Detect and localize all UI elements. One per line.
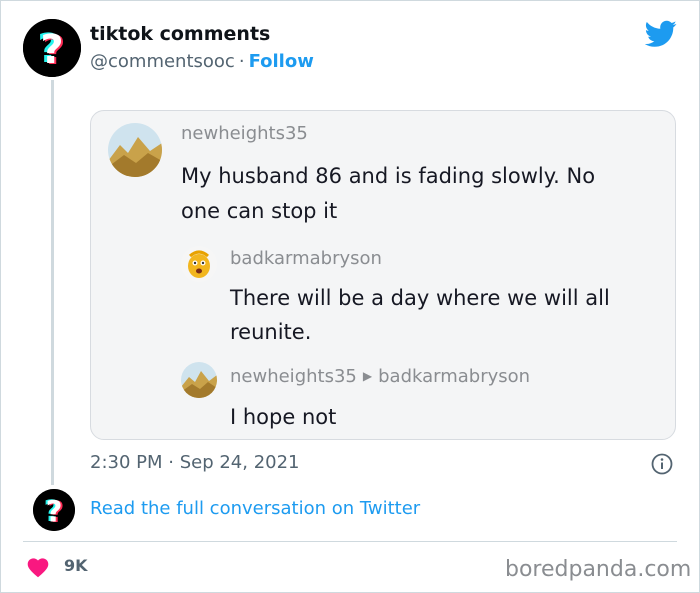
divider [23,541,677,542]
reply-text-line: I hope not [230,405,337,429]
svg-text:?: ? [40,27,63,73]
cartoon-face-avatar-icon [181,246,217,282]
like-count[interactable]: 9K [64,556,88,575]
author-avatar[interactable]: ? ? ? [23,19,81,77]
author-avatar-small[interactable]: ? ? ? [33,489,75,531]
commenter-avatar [108,123,162,177]
author-handle[interactable]: @commentsooc [90,51,235,72]
info-icon[interactable] [651,453,673,475]
watermark: boredpanda.com [505,557,692,582]
tiktok-question-mark-icon: ? ? ? [33,489,75,531]
tiktok-question-mark-icon: ? ? ? [23,19,81,77]
author-name[interactable]: tiktok comments [90,23,270,45]
reply-username: newheights35 [230,366,357,387]
reply-text-line: reunite. [230,320,312,344]
read-full-conversation-link[interactable]: Read the full conversation on Twitter [90,498,420,519]
follow-button[interactable]: Follow [249,51,314,72]
reply-text-line: There will be a day where we will all [230,286,610,310]
reply-avatar [181,246,217,282]
thread-line [51,80,54,485]
heart-icon[interactable] [26,556,50,578]
handle-separator: · [238,51,245,72]
reply-arrow-icon: ▶ [362,369,373,383]
reply-username: badkarmabryson [230,248,382,269]
reply-avatar [181,362,217,398]
landscape-avatar-icon [108,123,162,177]
svg-text:?: ? [46,495,63,529]
comment-screenshot[interactable]: newheights35 My husband 86 and is fading… [90,110,676,440]
twitter-bird-icon[interactable] [645,20,677,48]
comment-text-line: one can stop it [181,199,338,223]
landscape-avatar-icon [181,362,217,398]
author-handle-row: @commentsooc · Follow [90,51,314,72]
tweet-timestamp[interactable]: 2:30 PM · Sep 24, 2021 [90,452,300,473]
reply-to-username: badkarmabryson [378,366,531,387]
reply-header: newheights35 ▶ badkarmabryson [230,366,530,387]
comment-text-line: My husband 86 and is fading slowly. No [181,164,596,188]
comment-username: newheights35 [181,123,308,144]
